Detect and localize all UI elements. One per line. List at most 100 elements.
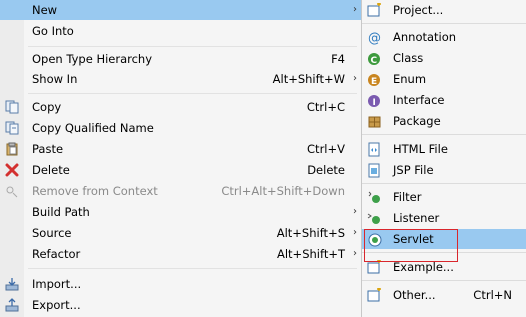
menu-item-label: Copy bbox=[32, 100, 62, 114]
import-icon bbox=[5, 278, 19, 291]
submenu-item-filter[interactable]: Filter bbox=[362, 187, 526, 207]
menu-item-label: Refactor bbox=[32, 247, 81, 261]
svg-text:C: C bbox=[371, 56, 378, 66]
menu-item-label: Paste bbox=[32, 142, 64, 156]
submenu-separator bbox=[362, 23, 526, 24]
delete-icon bbox=[5, 163, 19, 177]
menu-item-label: Remove from Context bbox=[32, 184, 158, 198]
menu-item-label: Import... bbox=[32, 277, 82, 291]
menu-item-label: Build Path bbox=[32, 205, 90, 219]
menu-item-remove-from-context[interactable]: Remove from Context Ctrl+Alt+Shift+Down bbox=[0, 181, 361, 201]
menu-item-source[interactable]: Source Alt+Shift+S › bbox=[0, 223, 361, 243]
submenu-arrow-icon: › bbox=[353, 206, 357, 217]
svg-text:@: @ bbox=[368, 31, 381, 45]
menu-item-label: Copy Qualified Name bbox=[32, 121, 154, 135]
submenu-item-label: JSP File bbox=[393, 163, 434, 177]
menu-item-copy-qualified-name[interactable]: Copy Qualified Name bbox=[0, 118, 361, 138]
submenu-item-label: Interface bbox=[393, 93, 445, 107]
submenu-item-label: Other... bbox=[393, 288, 436, 302]
servlet-icon bbox=[368, 233, 382, 247]
submenu-item-servlet[interactable]: Servlet bbox=[362, 229, 526, 249]
menu-item-copy[interactable]: Copy Ctrl+C bbox=[0, 97, 361, 117]
submenu-item-enum[interactable]: E Enum bbox=[362, 69, 526, 89]
menu-item-shortcut: F4 bbox=[331, 52, 345, 66]
class-icon: C bbox=[368, 53, 380, 66]
menu-item-open-type-hierarchy[interactable]: Open Type Hierarchy F4 bbox=[0, 49, 361, 69]
submenu-separator bbox=[362, 252, 526, 253]
submenu-separator bbox=[362, 134, 526, 135]
new-submenu: Project... @ Annotation C Class E Enum I… bbox=[362, 0, 526, 317]
other-icon bbox=[367, 288, 381, 302]
menu-item-new[interactable]: New › bbox=[0, 0, 361, 20]
listener-icon bbox=[367, 213, 380, 224]
svg-text:E: E bbox=[371, 77, 377, 87]
menu-item-export[interactable]: Export... bbox=[0, 295, 361, 315]
menu-item-label: Delete bbox=[32, 163, 70, 177]
menu-item-shortcut: Alt+Shift+W bbox=[272, 72, 345, 86]
submenu-item-jsp-file[interactable]: JSP File bbox=[362, 160, 526, 180]
menu-item-shortcut: Alt+Shift+S bbox=[276, 226, 345, 240]
package-icon bbox=[368, 116, 381, 128]
submenu-item-label: HTML File bbox=[393, 142, 448, 156]
context-menu: New › Go Into Open Type Hierarchy F4 Sho… bbox=[0, 0, 362, 317]
submenu-item-label: Project... bbox=[393, 3, 444, 17]
menu-item-go-into[interactable]: Go Into bbox=[0, 21, 361, 41]
submenu-arrow-icon: › bbox=[353, 73, 357, 84]
menu-item-import[interactable]: Import... bbox=[0, 274, 361, 294]
copy-qualified-icon bbox=[5, 121, 19, 135]
menu-item-delete[interactable]: Delete Delete bbox=[0, 160, 361, 180]
submenu-item-listener[interactable]: Listener bbox=[362, 208, 526, 228]
submenu-arrow-icon: › bbox=[353, 248, 357, 259]
menu-item-shortcut: Delete bbox=[307, 163, 345, 177]
project-icon bbox=[367, 3, 381, 17]
submenu-item-package[interactable]: Package bbox=[362, 111, 526, 131]
jsp-file-icon bbox=[368, 163, 380, 178]
menu-item-label: Go Into bbox=[32, 24, 74, 38]
submenu-arrow-icon: › bbox=[353, 4, 357, 15]
menu-separator bbox=[28, 268, 357, 269]
submenu-item-label: Package bbox=[393, 114, 441, 128]
submenu-item-html-file[interactable]: HTML File bbox=[362, 139, 526, 159]
menu-item-build-path[interactable]: Build Path › bbox=[0, 202, 361, 222]
menu-item-label: New bbox=[32, 3, 58, 17]
submenu-item-label: Annotation bbox=[393, 30, 457, 44]
svg-text:I: I bbox=[373, 98, 376, 108]
submenu-arrow-icon: › bbox=[353, 227, 357, 238]
submenu-separator bbox=[362, 280, 526, 281]
menu-item-shortcut: Ctrl+C bbox=[306, 100, 345, 114]
filter-icon bbox=[368, 191, 380, 203]
submenu-item-project[interactable]: Project... bbox=[362, 0, 526, 20]
menu-item-shortcut: Alt+Shift+T bbox=[276, 247, 345, 261]
menu-item-label: Show In bbox=[32, 72, 78, 86]
submenu-item-other[interactable]: Other... Ctrl+N bbox=[362, 285, 526, 305]
menu-item-refactor[interactable]: Refactor Alt+Shift+T › bbox=[0, 244, 361, 264]
menu-item-label: Source bbox=[32, 226, 72, 240]
menu-item-show-in[interactable]: Show In Alt+Shift+W › bbox=[0, 69, 361, 89]
submenu-item-interface[interactable]: I Interface bbox=[362, 90, 526, 110]
enum-icon: E bbox=[368, 74, 380, 87]
html-file-icon bbox=[368, 142, 380, 157]
example-icon bbox=[367, 260, 381, 274]
submenu-item-label: Example... bbox=[393, 260, 454, 274]
menu-item-paste[interactable]: Paste Ctrl+V bbox=[0, 139, 361, 159]
annotation-icon: @ bbox=[368, 31, 381, 45]
submenu-item-shortcut: Ctrl+N bbox=[473, 288, 512, 302]
interface-icon: I bbox=[368, 95, 380, 108]
submenu-item-label: Enum bbox=[393, 72, 427, 86]
paste-icon bbox=[6, 142, 18, 156]
menu-item-label: Export... bbox=[32, 298, 81, 312]
export-icon bbox=[5, 298, 19, 312]
menu-separator bbox=[28, 46, 357, 47]
menu-item-shortcut: Ctrl+V bbox=[307, 142, 345, 156]
menu-item-shortcut: Ctrl+Alt+Shift+Down bbox=[221, 184, 345, 198]
submenu-item-example[interactable]: Example... bbox=[362, 257, 526, 277]
menu-separator bbox=[28, 93, 357, 94]
submenu-item-class[interactable]: C Class bbox=[362, 48, 526, 68]
submenu-item-annotation[interactable]: @ Annotation bbox=[362, 27, 526, 47]
menu-item-label: Open Type Hierarchy bbox=[32, 52, 153, 66]
submenu-item-label: Filter bbox=[393, 190, 422, 204]
copy-icon bbox=[5, 100, 19, 114]
submenu-item-label: Class bbox=[393, 51, 424, 65]
submenu-item-label: Servlet bbox=[393, 232, 434, 246]
submenu-separator bbox=[362, 183, 526, 184]
